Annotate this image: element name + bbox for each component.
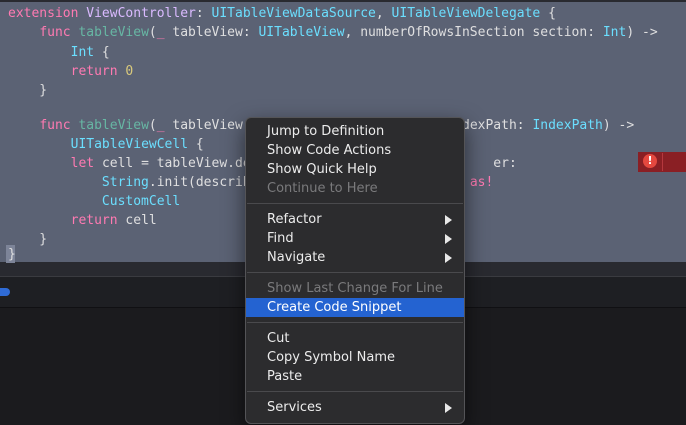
code-token: er: [493,156,517,171]
menu-item-show-code-actions[interactable]: Show Code Actions [246,141,464,160]
code-line[interactable]: return cell [8,211,157,231]
code-line[interactable]: func tableView(_ tableView: UITableView,… [8,23,658,43]
menu-item-label: Navigate [267,250,326,265]
code-token: tableView [78,25,149,40]
code-token: .init(describ [148,175,251,190]
error-icon[interactable]: ! [643,154,657,168]
code-token: ) -> [602,118,635,133]
menu-separator [247,391,463,392]
menu-separator [247,203,463,204]
menu-item-label: Find [267,231,294,246]
code-token: Int [602,25,627,40]
menu-item-refactor[interactable]: Refactor [246,210,464,229]
code-token: func [39,25,79,40]
debug-area-toggle-icon[interactable] [0,288,10,296]
menu-item-services[interactable]: Services [246,398,464,417]
menu-item-label: Jump to Definition [267,124,385,139]
submenu-arrow-icon [445,215,452,225]
code-token: IndexPath [532,118,603,133]
code-token: func [39,118,79,133]
code-token: tableView [78,118,149,133]
code-line[interactable]: } [8,245,16,265]
code-token: } [8,83,48,98]
code-token: } [8,247,16,262]
code-token: cell = tableView.deq [101,156,259,171]
menu-item-label: Paste [267,369,303,384]
menu-item-show-quick-help[interactable]: Show Quick Help [246,160,464,179]
code-token: UITableViewDelegate [391,6,541,21]
code-token: cell [125,213,157,228]
code-line[interactable]: Int { [8,43,110,63]
menu-separator [247,272,463,273]
menu-item-continue-to-here: Continue to Here [246,179,464,198]
code-line[interactable]: CustomCell [8,192,180,212]
code-token: _ [156,25,173,40]
menu-item-show-last-change: Show Last Change For Line [246,279,464,298]
menu-item-navigate[interactable]: Navigate [246,248,464,267]
menu-item-label: Refactor [267,212,322,227]
code-token: tableView: [172,25,259,40]
error-annotation-divider [662,153,663,171]
code-token: return [70,213,126,228]
code-token: UITableViewCell [70,137,189,152]
menu-item-copy-symbol-name[interactable]: Copy Symbol Name [246,348,464,367]
code-line[interactable]: return 0 [8,62,134,82]
code-token: extension [8,6,87,21]
menu-item-label: Continue to Here [267,181,378,196]
menu-item-label: Show Quick Help [267,162,377,177]
code-token: tableView [172,118,243,133]
context-menu: Jump to Definition Show Code Actions Sho… [245,117,465,424]
menu-item-paste[interactable]: Paste [246,367,464,386]
menu-item-create-code-snippet[interactable]: Create Code Snippet [246,298,464,317]
menu-separator [247,322,463,323]
menu-item-jump-to-definition[interactable]: Jump to Definition [246,122,464,141]
code-token: , numberOfRowsInSection section: [344,25,603,40]
code-token: Int [70,45,95,60]
code-line[interactable]: UITableViewCell { [8,135,204,155]
code-token: 0 [125,64,134,79]
code-token: ViewController [86,6,196,21]
code-token: { [540,6,556,21]
menu-item-cut[interactable]: Cut [246,329,464,348]
code-token: CustomCell [101,194,181,209]
submenu-arrow-icon [445,403,452,413]
menu-item-find[interactable]: Find [246,229,464,248]
code-token: , [375,6,392,21]
code-token: { [188,137,204,152]
code-token: String [101,175,149,190]
submenu-arrow-icon [445,253,452,263]
code-token: UITableView [258,25,345,40]
code-token: as! [469,175,494,190]
code-token: ) -> [626,25,658,40]
menu-item-label: Cut [267,331,290,346]
code-token: let [70,156,102,171]
code-token: UITableViewDataSource [211,6,376,21]
menu-item-label: Show Last Change For Line [267,281,443,296]
menu-item-label: Copy Symbol Name [267,350,396,365]
code-token: return [70,64,126,79]
menu-item-label: Services [267,400,322,415]
submenu-arrow-icon [445,234,452,244]
code-line[interactable]: } [8,81,47,101]
code-token: _ [156,118,173,133]
menu-item-label: Show Code Actions [267,143,392,158]
code-token: : [195,6,212,21]
code-line[interactable]: extension ViewController: UITableViewDat… [8,4,556,24]
code-token: ( [148,25,157,40]
code-token: ( [148,118,157,133]
menu-item-label: Create Code Snippet [267,300,402,315]
code-token: { [94,45,110,60]
